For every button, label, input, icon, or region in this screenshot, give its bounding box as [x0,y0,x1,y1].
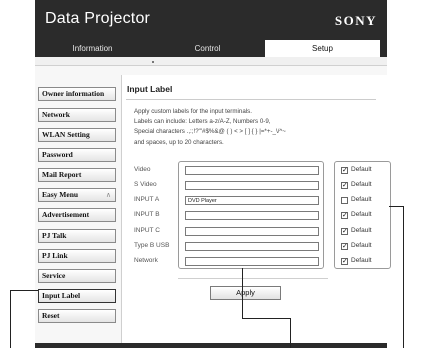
tab-bar: Information Control Setup [35,40,387,57]
check-icon: ✓ [342,167,348,174]
sidebar-item-mail-report[interactable]: Mail Report [38,168,116,182]
row-label-type-b-usb: Type B USB [134,242,170,249]
row-label-input-a: INPUT A [134,196,160,203]
default-label: Default [351,196,372,203]
sidebar-item-easy-menu[interactable]: Easy Menu ∧ [38,188,116,202]
callout-line [10,290,38,291]
input-b-label-input[interactable] [185,211,319,220]
divider [178,278,328,279]
check-icon: ✓ [342,258,348,265]
description-line: and spaces, up to 20 characters. [134,139,224,146]
separator-dot [152,61,154,63]
type-b-usb-default-checkbox[interactable]: ✓ [341,243,348,250]
row-label-input-c: INPUT C [134,227,160,234]
sidebar: Owner information Network WLAN Setting P… [35,75,117,343]
sidebar-item-service[interactable]: Service [38,269,116,283]
divider [126,99,376,100]
row-label-s-video: S Video [134,181,157,188]
sidebar-item-label: Mail Report [42,170,82,179]
video-default-checkbox[interactable]: ✓ [341,167,348,174]
tab-setup[interactable]: Setup [265,40,380,57]
input-b-default-checkbox[interactable]: ✓ [341,212,348,219]
check-icon: ✓ [342,243,348,250]
description-line: Special characters .,:;!?"'#$%&@ ( ) < >… [134,128,286,135]
sidebar-item-advertisement[interactable]: Advertisement [38,208,116,222]
default-label: Default [351,181,372,188]
default-label: Default [351,211,372,218]
default-label: Default [351,166,372,173]
tab-control[interactable]: Control [150,40,265,57]
footer-bar [35,343,387,348]
sidebar-item-label: Owner information [42,89,105,98]
check-icon: ✓ [342,182,348,189]
sidebar-item-network[interactable]: Network [38,108,116,122]
row-label-input-b: INPUT B [134,211,160,218]
default-label: Default [351,227,372,234]
input-a-default-checkbox[interactable] [341,197,348,204]
main-panel: Input Label Apply custom labels for the … [121,75,391,343]
type-b-usb-label-input[interactable] [185,242,319,251]
sidebar-item-label: PJ Link [42,251,68,260]
sidebar-item-label: Easy Menu [42,190,79,199]
sidebar-item-label: PJ Talk [42,231,67,240]
sidebar-item-wlan-setting[interactable]: WLAN Setting [38,128,116,142]
sidebar-item-label: Service [42,271,66,280]
s-video-default-checkbox[interactable]: ✓ [341,182,348,189]
s-video-label-input[interactable] [185,181,319,190]
chevron-double-up-icon: ∧ [105,191,111,199]
sidebar-item-label: Input Label [42,291,81,300]
apply-button[interactable]: Apply [210,286,281,300]
tab-underline [35,57,387,66]
input-c-label-input[interactable] [185,227,319,236]
callout-line [290,318,291,348]
description-line: Labels can include: Letters a-z/A-Z, Num… [134,118,271,125]
sidebar-item-password[interactable]: Password [38,148,116,162]
input-c-default-checkbox[interactable]: ✓ [341,228,348,235]
sidebar-item-owner-information[interactable]: Owner information [38,87,116,101]
sidebar-item-pj-link[interactable]: PJ Link [38,249,116,263]
sidebar-item-label: Advertisement [42,210,90,219]
sidebar-item-label: Network [42,110,70,119]
tab-information[interactable]: Information [35,40,150,57]
sidebar-item-input-label[interactable]: Input Label [38,289,116,303]
sidebar-item-label: Password [42,150,73,159]
app-title: Data Projector [45,10,151,27]
check-icon: ✓ [342,212,348,219]
app-header: Data Projector SONY [35,0,387,40]
row-label-video: Video [134,166,151,173]
callout-line [242,268,243,318]
callout-line [389,206,403,207]
page-title: Input Label [127,84,173,94]
default-label: Default [351,242,372,249]
sidebar-item-pj-talk[interactable]: PJ Talk [38,229,116,243]
network-default-checkbox[interactable]: ✓ [341,258,348,265]
callout-line [242,318,290,319]
input-a-label-input[interactable] [185,196,319,205]
sidebar-item-reset[interactable]: Reset [38,309,116,323]
row-label-network: Network [134,257,158,264]
brand-logo: SONY [334,13,377,28]
check-icon: ✓ [342,228,348,235]
callout-line [10,290,11,348]
description-line: Apply custom labels for the input termin… [134,108,252,115]
sidebar-item-label: WLAN Setting [42,130,90,139]
network-label-input[interactable] [185,257,319,266]
video-label-input[interactable] [185,166,319,175]
callout-line [403,206,404,348]
default-label: Default [351,257,372,264]
sidebar-item-label: Reset [42,311,60,320]
